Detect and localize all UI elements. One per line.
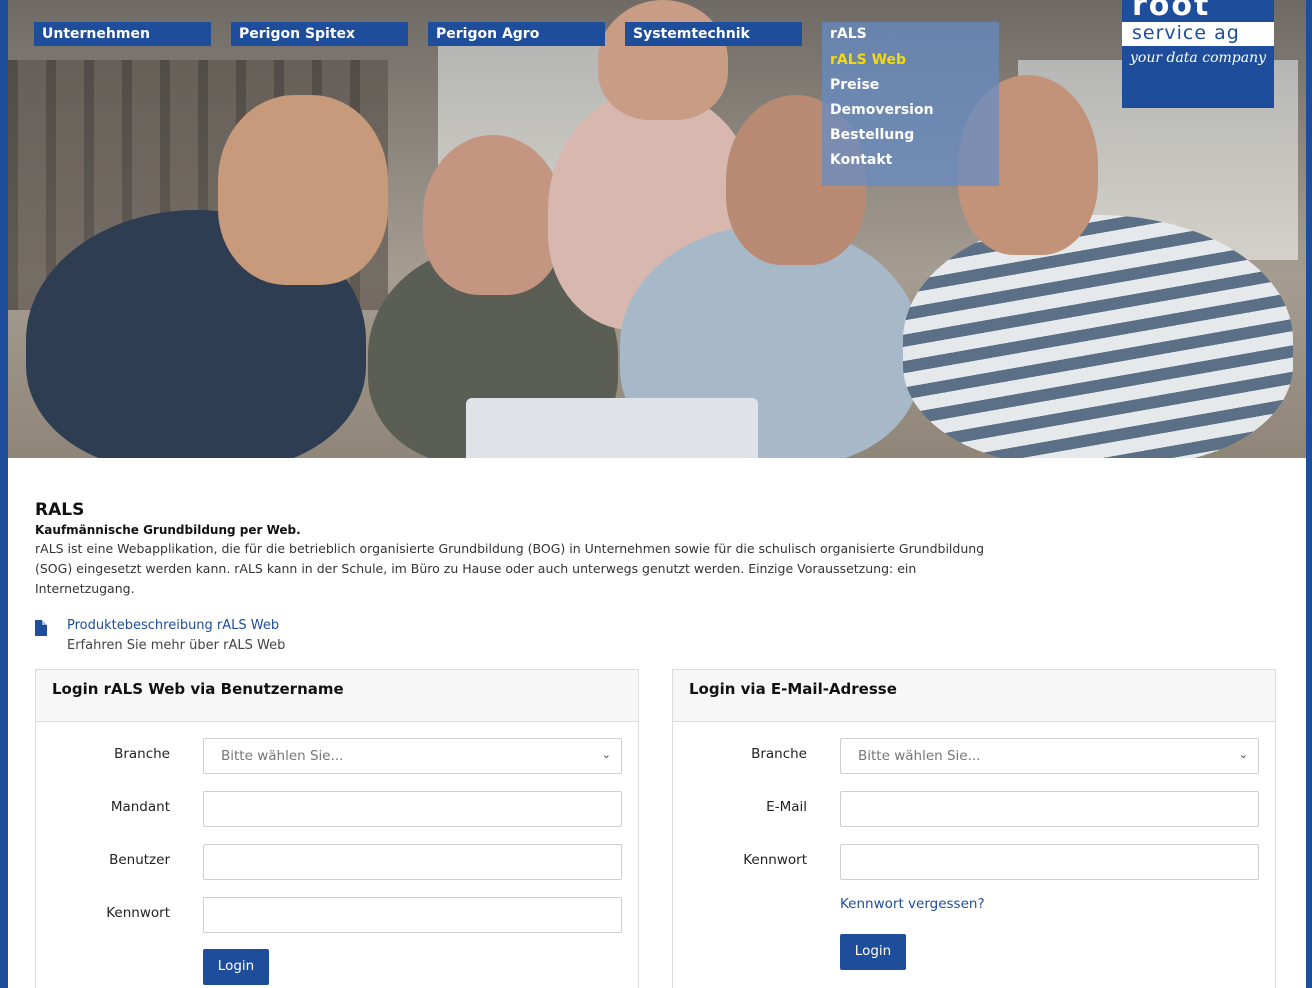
page-description: rALS ist eine Webapplikation, die für di… [35,541,985,596]
page-subtitle: Kaufmännische Grundbildung per Web. [35,523,301,537]
nav-subitem-kontakt[interactable]: Kontakt [830,152,999,177]
nav-label: Unternehmen [42,26,150,42]
hero-person [903,215,1293,458]
intro-section: RALS Kaufmännische Grundbildung per Web.… [35,500,1035,599]
hero-person [218,95,388,285]
select-placeholder: Bitte wählen Sie... [858,748,981,764]
forgot-password-link[interactable]: Kennwort vergessen? [840,896,985,912]
nav-subitem-preise[interactable]: Preise [830,77,999,102]
logo-brand-top: root [1132,0,1264,16]
document-icon [35,620,47,636]
document-subtitle: Erfahren Sie mehr über rALS Web [67,638,286,653]
login-username-panel: Login rALS Web via Benutzername Branche … [35,669,639,988]
logo-tagline: your data company [1130,50,1267,66]
nav-item-perigon-agro[interactable]: Perigon Agro [428,22,605,46]
login-button[interactable]: Login [840,934,906,970]
hero-image [8,0,1306,458]
logo-top-band: root [1122,0,1274,22]
select-placeholder: Bitte wählen Sie... [221,748,344,764]
mandant-label: Mandant [110,799,170,815]
login-button[interactable]: Login [203,949,269,985]
panel-heading: Login via E-Mail-Adresse [673,670,1275,722]
nav-subitem-rals-web[interactable]: rALS Web [830,52,999,77]
nav-label: Systemtechnik [633,26,750,42]
login-email-panel: Login via E-Mail-Adresse Branche Bitte w… [672,669,1276,988]
company-logo[interactable]: root service ag your data company [1122,0,1274,108]
document-title-link[interactable]: Produktebeschreibung rALS Web [67,618,279,633]
benutzer-label: Benutzer [109,852,170,868]
logo-name: service ag [1132,22,1240,44]
email-input[interactable] [840,791,1259,827]
chevron-down-icon: ⌄ [1238,748,1248,761]
page-title: RALS [35,500,85,520]
kennwort-input[interactable] [840,844,1259,880]
nav-item-unternehmen[interactable]: Unternehmen [34,22,211,46]
benutzer-input[interactable] [203,844,622,880]
branche-select[interactable]: Bitte wählen Sie... ⌄ [203,738,622,774]
kennwort-label: Kennwort [743,852,807,868]
right-frame-bar [1306,0,1312,988]
chevron-down-icon: ⌄ [601,748,611,761]
left-frame-bar [0,0,8,988]
nav-subitem-demoversion[interactable]: Demoversion [830,102,999,127]
nav-item-rals[interactable]: rALS [830,26,999,52]
email-label: E-Mail [766,799,807,815]
panel-heading: Login rALS Web via Benutzername [36,670,638,722]
hero-person [598,0,728,120]
nav-item-systemtechnik[interactable]: Systemtechnik [625,22,802,46]
branche-label: Branche [751,746,807,762]
logo-name-band: service ag [1122,22,1274,46]
branche-select[interactable]: Bitte wählen Sie... ⌄ [840,738,1259,774]
nav-item-perigon-spitex[interactable]: Perigon Spitex [231,22,408,46]
mandant-input[interactable] [203,791,622,827]
nav-label: Perigon Spitex [239,26,356,42]
hero-person [423,135,563,295]
hero-laptop [466,398,758,458]
kennwort-label: Kennwort [106,905,170,921]
kennwort-input[interactable] [203,897,622,933]
branche-label: Branche [114,746,170,762]
nav-dropdown-rals: rALS rALS Web Preise Demoversion Bestell… [822,22,999,186]
nav-label: Perigon Agro [436,26,540,42]
nav-subitem-bestellung[interactable]: Bestellung [830,127,999,152]
